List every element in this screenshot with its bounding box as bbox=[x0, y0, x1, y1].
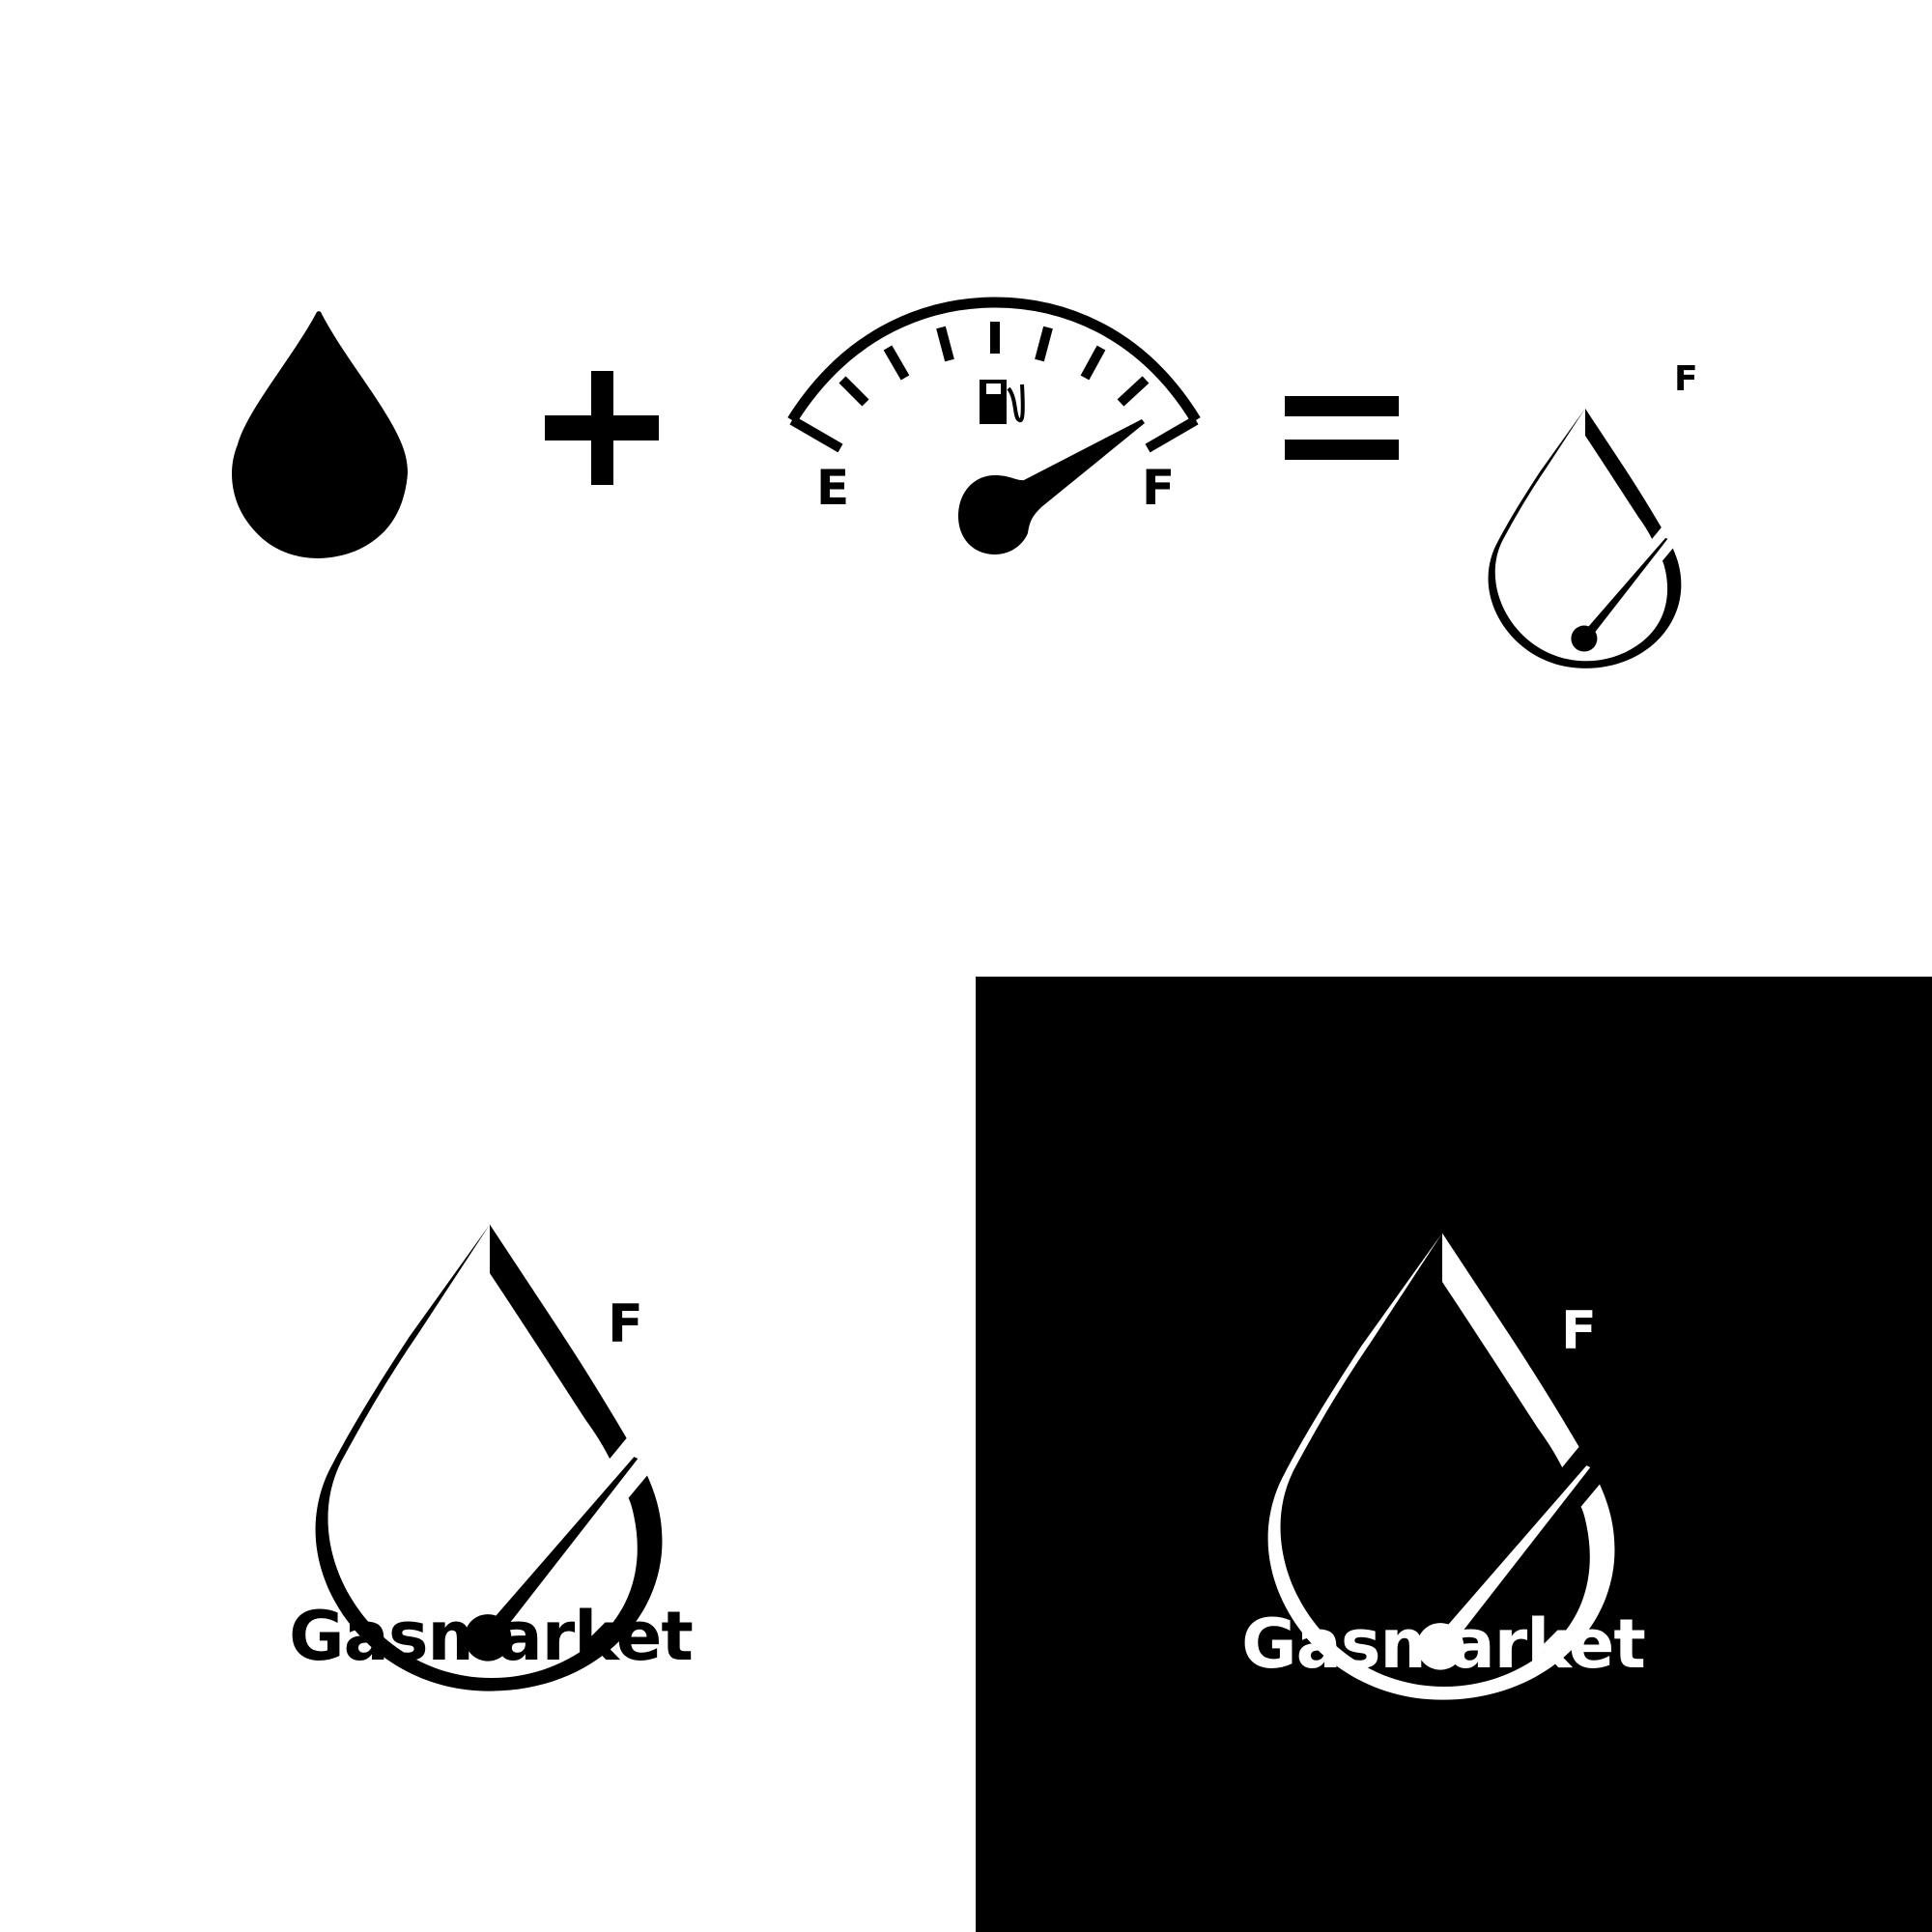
drop-icon bbox=[232, 311, 408, 558]
wordmark-light: Gasmarket bbox=[289, 1597, 694, 1676]
result-gauge-full-label: F bbox=[1674, 359, 1698, 399]
equals-icon bbox=[1285, 396, 1399, 460]
gauge-full-label: F bbox=[1142, 460, 1175, 516]
gasmarket-logo-mark bbox=[1488, 408, 1682, 668]
fuel-gauge-icon bbox=[787, 297, 1201, 554]
logo-light-gauge-label: F bbox=[608, 1293, 643, 1354]
gauge-empty-label: E bbox=[816, 460, 849, 516]
wordmark-dark: Gasmarket bbox=[1241, 1605, 1646, 1684]
plus-icon bbox=[545, 371, 659, 485]
logo-dark-gauge-label: F bbox=[1561, 1300, 1597, 1361]
